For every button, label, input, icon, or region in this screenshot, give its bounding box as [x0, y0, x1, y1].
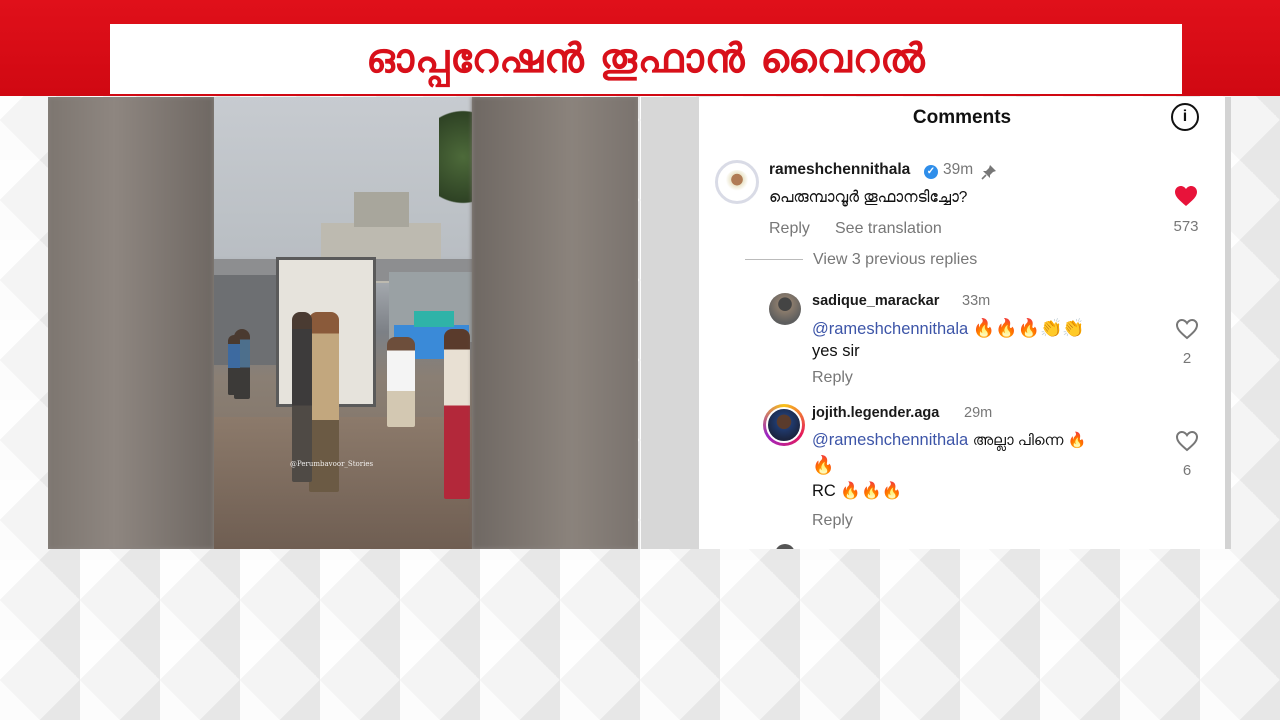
person-walking — [292, 312, 312, 482]
view-previous-replies-button[interactable]: View 3 previous replies — [813, 251, 977, 269]
person-red-pants — [444, 329, 470, 499]
avatar[interactable] — [763, 404, 805, 446]
comments-title: Comments — [912, 107, 1012, 128]
reply-time: 33m — [962, 293, 991, 309]
heart-outline-icon[interactable] — [1175, 430, 1199, 452]
person-white-shirt — [387, 337, 415, 427]
panel-edge — [1225, 97, 1231, 549]
comment-username[interactable]: rameshchennithala — [769, 161, 910, 179]
info-icon[interactable]: i — [1171, 103, 1199, 131]
reply-text-line1: @rameshchennithala അല്ലാ പിന്നെ 🔥 — [812, 431, 1086, 450]
avatar[interactable] — [769, 293, 801, 325]
ground — [214, 417, 472, 549]
like-count: 6 — [1182, 462, 1192, 479]
mention-link[interactable]: @rameshchennithala — [812, 431, 968, 449]
see-translation-button[interactable]: See translation — [835, 220, 942, 238]
pin-icon — [981, 165, 996, 180]
reply-username[interactable]: sadique_marackar — [812, 293, 939, 309]
reply-button[interactable]: Reply — [769, 220, 810, 238]
reply-text-line3: RC 🔥🔥🔥 — [812, 482, 903, 500]
comment-time: 39m — [943, 161, 974, 178]
reply-text: അല്ലാ പിന്നെ 🔥 — [972, 432, 1087, 449]
replies-divider-line — [745, 259, 803, 260]
building-top — [354, 192, 409, 227]
avatar-photo — [725, 170, 749, 194]
reply-time: 29m — [964, 405, 993, 421]
reply-text-line1: @rameshchennithala 🔥🔥🔥👏👏 — [812, 318, 1085, 339]
mention-link[interactable]: @rameshchennithala — [812, 320, 968, 338]
video-blur-right — [472, 97, 638, 549]
heart-filled-icon[interactable] — [1174, 185, 1198, 207]
avatar[interactable] — [775, 544, 795, 549]
comments-header: Comments i — [699, 97, 1225, 139]
video-frame: @Perumbavoor_Stories — [48, 97, 638, 549]
headline-banner: ഓപ്പറേഷൻ തൂഫാൻ വൈറൽ — [0, 0, 1280, 96]
avatar[interactable] — [715, 160, 759, 204]
comment-text: പെരുമ്പാവൂർ തൂഫാനടിച്ചോ? — [769, 189, 968, 206]
headline-text: ഓപ്പറേഷൻ തൂഫാൻ വൈറൽ — [366, 36, 926, 82]
reply-emoji: 🔥🔥🔥👏👏 — [972, 318, 1085, 338]
reply-button[interactable]: Reply — [812, 512, 853, 530]
video-blur-left — [48, 97, 214, 549]
teal-crates — [414, 311, 454, 327]
bystander-2 — [228, 335, 240, 395]
headline-box: ഓപ്പറേഷൻ തൂഫാൻ വൈറൽ — [110, 24, 1182, 94]
verified-badge-icon: ✓ — [924, 165, 938, 179]
panel-divider — [641, 97, 699, 549]
reply-button[interactable]: Reply — [812, 369, 853, 387]
video-scene — [214, 97, 472, 549]
heart-outline-icon[interactable] — [1175, 318, 1199, 340]
tree — [439, 97, 472, 217]
like-count: 2 — [1182, 350, 1192, 367]
reply-username[interactable]: jojith.legender.aga — [812, 405, 939, 421]
reply-text-line2: yes sir — [812, 342, 860, 360]
reply-text-line2: 🔥 — [812, 455, 835, 475]
video-watermark: @Perumbavoor_Stories — [290, 460, 374, 468]
avatar-photo — [766, 407, 802, 443]
comments-panel: Comments i rameshchennithala ✓ 39m പെരുമ… — [699, 97, 1225, 549]
like-count: 573 — [1173, 218, 1199, 235]
